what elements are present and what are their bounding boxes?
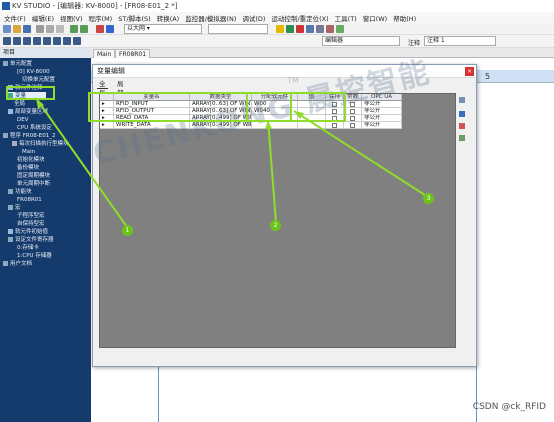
badge-2: 2 — [270, 220, 281, 231]
annotation-arrows — [35, 97, 429, 228]
badge-1: 1 — [122, 225, 133, 236]
badge-3: 3 — [423, 193, 434, 204]
arrow-3 — [293, 110, 429, 198]
arrow-2 — [267, 119, 277, 223]
csdn-credit: CSDN @ck_RFID — [472, 402, 546, 412]
arrowhead-2 — [265, 120, 272, 129]
arrow-1 — [35, 97, 128, 228]
arrowhead-3 — [294, 111, 304, 119]
